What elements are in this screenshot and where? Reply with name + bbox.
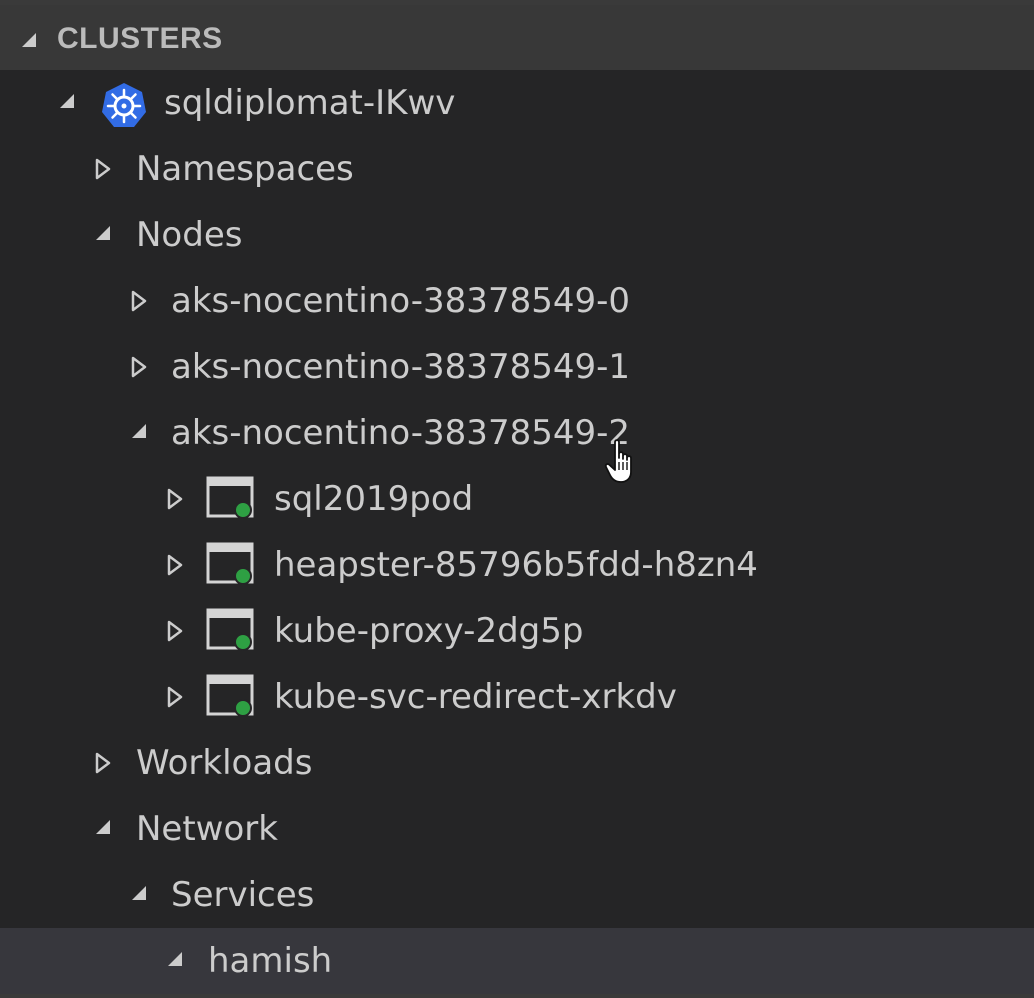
tree-item-node[interactable]: aks-nocentino-38378549-2: [0, 400, 1034, 466]
tree-item-workloads[interactable]: Workloads: [0, 730, 1034, 796]
tree-item-nodes[interactable]: Nodes: [0, 202, 1034, 268]
expanded-triangle-icon[interactable]: [58, 92, 78, 112]
collapsed-triangle-icon[interactable]: [166, 620, 186, 642]
pod-icon: [206, 542, 258, 588]
node-name: aks-nocentino-38378549-1: [171, 347, 630, 387]
expanded-triangle-icon[interactable]: [166, 950, 186, 970]
tree-item-label: Nodes: [136, 215, 243, 255]
collapsed-triangle-icon[interactable]: [94, 158, 114, 180]
collapsed-triangle-icon[interactable]: [94, 752, 114, 774]
tree-item-pod[interactable]: kube-svc-redirect-xrkdv: [0, 664, 1034, 730]
tree-item-label: Network: [136, 809, 278, 849]
pod-icon: [206, 608, 258, 654]
expanded-triangle-icon[interactable]: [94, 818, 114, 838]
pod-name: kube-svc-redirect-xrkdv: [274, 677, 677, 717]
tree-item-pod[interactable]: heapster-85796b5fdd-h8zn4: [0, 532, 1034, 598]
collapsed-triangle-icon[interactable]: [166, 554, 186, 576]
tree-item-cluster[interactable]: sqldiplomat-IKwv: [0, 70, 1034, 136]
bottom-edge: [0, 994, 1034, 998]
tree-item-network[interactable]: Network: [0, 796, 1034, 862]
node-name: aks-nocentino-38378549-0: [171, 281, 630, 321]
tree-item-label: Services: [171, 875, 315, 915]
expanded-triangle-icon[interactable]: [94, 224, 114, 244]
tree-item-node[interactable]: aks-nocentino-38378549-0: [0, 268, 1034, 334]
pod-name: sql2019pod: [274, 479, 474, 519]
collapse-triangle-icon[interactable]: [20, 31, 40, 51]
collapsed-triangle-icon[interactable]: [166, 686, 186, 708]
pod-name: heapster-85796b5fdd-h8zn4: [274, 545, 758, 585]
tree-item-label: Namespaces: [136, 149, 354, 189]
tree-item-node[interactable]: aks-nocentino-38378549-1: [0, 334, 1034, 400]
collapsed-triangle-icon[interactable]: [130, 356, 150, 378]
expanded-triangle-icon[interactable]: [130, 422, 150, 442]
collapsed-triangle-icon[interactable]: [130, 290, 150, 312]
tree-item-services[interactable]: Services: [0, 862, 1034, 928]
tree-item-service-hamish[interactable]: hamish: [0, 928, 1034, 994]
tree-item-label: Workloads: [136, 743, 313, 783]
node-name: aks-nocentino-38378549-2: [171, 413, 630, 453]
pod-icon: [206, 674, 258, 720]
tree-item-label: hamish: [208, 941, 333, 981]
pod-icon: [206, 476, 258, 522]
tree-item-namespaces[interactable]: Namespaces: [0, 136, 1034, 202]
expanded-triangle-icon[interactable]: [130, 884, 150, 904]
kubernetes-icon: [99, 81, 149, 131]
pod-name: kube-proxy-2dg5p: [274, 611, 584, 651]
tree-item-pod[interactable]: kube-proxy-2dg5p: [0, 598, 1034, 664]
hand-pointer-icon: [603, 438, 643, 488]
clusters-section-header[interactable]: CLUSTERS: [0, 5, 1034, 70]
section-title: CLUSTERS: [57, 22, 223, 55]
cluster-name: sqldiplomat-IKwv: [164, 83, 456, 123]
tree-item-pod[interactable]: sql2019pod: [0, 466, 1034, 532]
collapsed-triangle-icon[interactable]: [166, 488, 186, 510]
